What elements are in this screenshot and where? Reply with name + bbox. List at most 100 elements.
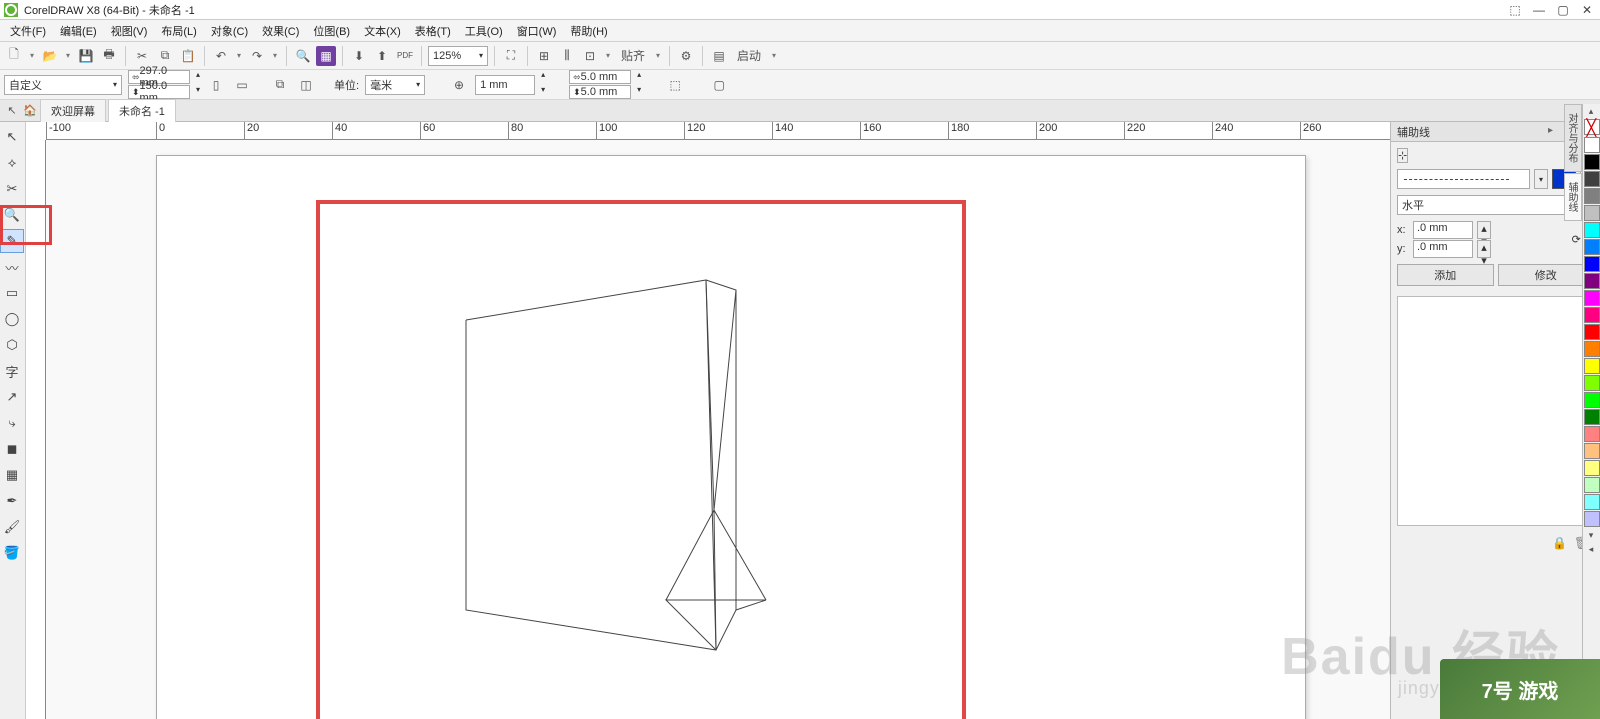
- page-height-input[interactable]: ⬍ 150.0 mm: [128, 85, 190, 99]
- polygon-tool-icon[interactable]: ⬡: [0, 333, 24, 357]
- maximize-icon[interactable]: ▢: [1554, 3, 1572, 17]
- swatch[interactable]: [1584, 188, 1600, 204]
- parallel-dim-icon[interactable]: ↗: [0, 385, 24, 409]
- swatch[interactable]: [1584, 494, 1600, 510]
- copy-icon[interactable]: ⧉: [155, 46, 175, 66]
- drop-shadow-icon[interactable]: ◼: [0, 437, 24, 461]
- interactive-fill-icon[interactable]: 🖌: [0, 515, 24, 539]
- swatch[interactable]: [1584, 171, 1600, 187]
- menu-window[interactable]: 窗口(W): [511, 21, 563, 41]
- line-style-dd[interactable]: ▾: [1534, 169, 1548, 189]
- swatch[interactable]: [1584, 324, 1600, 340]
- swatch[interactable]: [1584, 137, 1600, 153]
- menu-edit[interactable]: 编辑(E): [54, 21, 103, 41]
- swatch[interactable]: [1584, 392, 1600, 408]
- nav-pick-icon[interactable]: ↖: [4, 103, 20, 119]
- eyedropper-icon[interactable]: ✒: [0, 489, 24, 513]
- snap-icon[interactable]: ⊡: [580, 46, 600, 66]
- guideline-type-icon[interactable]: ⊹: [1397, 148, 1408, 163]
- all-pages-icon[interactable]: ⧉: [270, 75, 290, 95]
- minimize-icon[interactable]: —: [1530, 3, 1548, 17]
- connector-icon[interactable]: ⤷: [0, 411, 24, 435]
- menu-tools[interactable]: 工具(O): [459, 21, 509, 41]
- swatch[interactable]: [1584, 358, 1600, 374]
- launch-label[interactable]: 启动: [732, 46, 766, 66]
- swatch[interactable]: [1584, 273, 1600, 289]
- close-icon[interactable]: ✕: [1578, 3, 1596, 17]
- swatch[interactable]: [1584, 239, 1600, 255]
- tab-welcome[interactable]: 欢迎屏幕: [40, 99, 106, 122]
- open-icon[interactable]: 📂: [40, 46, 60, 66]
- zoom-level-input[interactable]: 125%▾: [428, 46, 488, 66]
- artistic-media-icon[interactable]: 〰: [0, 255, 24, 279]
- unit-select[interactable]: 毫米▾: [365, 75, 425, 95]
- swatch[interactable]: [1584, 154, 1600, 170]
- swatch-none[interactable]: ╳: [1584, 119, 1600, 135]
- swatch[interactable]: [1584, 290, 1600, 306]
- cut-icon[interactable]: ✂: [132, 46, 152, 66]
- swatch[interactable]: [1584, 460, 1600, 476]
- export-icon[interactable]: ⬆: [372, 46, 392, 66]
- swatch[interactable]: [1584, 341, 1600, 357]
- swatch[interactable]: [1584, 375, 1600, 391]
- text-tool-icon[interactable]: 字: [0, 359, 24, 383]
- pixel-icon[interactable]: ▦: [316, 46, 336, 66]
- y-input[interactable]: .0 mm: [1413, 240, 1473, 258]
- modify-button[interactable]: 修改: [1498, 264, 1595, 286]
- lock-icon[interactable]: 🔒: [1552, 536, 1568, 552]
- guides-icon[interactable]: ⫼: [557, 46, 577, 66]
- menu-bitmap[interactable]: 位图(B): [307, 21, 356, 41]
- palette-flyout-icon[interactable]: ◂: [1583, 542, 1599, 556]
- menu-text[interactable]: 文本(X): [358, 21, 407, 41]
- redo-icon[interactable]: ↷: [247, 46, 267, 66]
- pick-tool-icon[interactable]: ↖: [0, 125, 24, 149]
- search-icon[interactable]: 🔍: [293, 46, 313, 66]
- nav-home-icon[interactable]: 🏠: [22, 103, 38, 119]
- dup-offset-x-input[interactable]: ⬄ 5.0 mm: [569, 70, 631, 84]
- menu-effects[interactable]: 效果(C): [256, 21, 305, 41]
- dup-offset-y-input[interactable]: ⬍ 5.0 mm: [569, 85, 631, 99]
- swatch[interactable]: [1584, 426, 1600, 442]
- rectangle-tool-icon[interactable]: ▭: [0, 281, 24, 305]
- crop-border-icon[interactable]: ⬚: [665, 75, 685, 95]
- swatch[interactable]: [1584, 222, 1600, 238]
- swatch[interactable]: [1584, 511, 1600, 527]
- palette-down-icon[interactable]: ▾: [1583, 528, 1599, 542]
- portrait-icon[interactable]: ▯: [206, 75, 226, 95]
- nudge-icon[interactable]: ⊕: [449, 75, 469, 95]
- smart-fill-icon[interactable]: 🪣: [0, 541, 24, 565]
- menu-table[interactable]: 表格(T): [409, 21, 457, 41]
- current-page-icon[interactable]: ◫: [296, 75, 316, 95]
- undo-icon[interactable]: ↶: [211, 46, 231, 66]
- side-tab-align[interactable]: 对齐与分布: [1564, 104, 1582, 172]
- fullscreen-icon[interactable]: ⛶: [501, 46, 521, 66]
- menu-object[interactable]: 对象(C): [205, 21, 254, 41]
- swatch[interactable]: [1584, 256, 1600, 272]
- menu-help[interactable]: 帮助(H): [564, 21, 613, 41]
- zoom-tool-icon[interactable]: 🔍: [0, 203, 24, 227]
- pdf-icon[interactable]: PDF: [395, 46, 415, 66]
- swatch[interactable]: [1584, 205, 1600, 221]
- transparency-icon[interactable]: ▦: [0, 463, 24, 487]
- help-icon[interactable]: ⬚: [1506, 3, 1524, 17]
- print-icon[interactable]: 🖶: [99, 46, 119, 66]
- swatch[interactable]: [1584, 409, 1600, 425]
- guideline-list[interactable]: [1397, 296, 1594, 526]
- menu-layout[interactable]: 布局(L): [155, 21, 202, 41]
- swatch[interactable]: [1584, 477, 1600, 493]
- swatch[interactable]: [1584, 307, 1600, 323]
- tab-document[interactable]: 未命名 -1: [108, 99, 176, 122]
- nudge-input[interactable]: 1 mm: [475, 75, 535, 95]
- docker-menu-icon[interactable]: ▸: [1548, 125, 1562, 139]
- ellipse-tool-icon[interactable]: ◯: [0, 307, 24, 331]
- line-style-select[interactable]: [1397, 169, 1530, 189]
- launch-icon[interactable]: ▤: [709, 46, 729, 66]
- page-border-icon[interactable]: ▢: [709, 75, 729, 95]
- freehand-tool-icon[interactable]: ✎: [0, 229, 24, 253]
- page-preset-select[interactable]: 自定义▾: [4, 75, 122, 95]
- shape-tool-icon[interactable]: ⟡: [0, 151, 24, 175]
- grid-icon[interactable]: ⊞: [534, 46, 554, 66]
- x-input[interactable]: .0 mm: [1413, 221, 1473, 239]
- import-icon[interactable]: ⬇: [349, 46, 369, 66]
- new-icon[interactable]: 🗋: [4, 46, 24, 66]
